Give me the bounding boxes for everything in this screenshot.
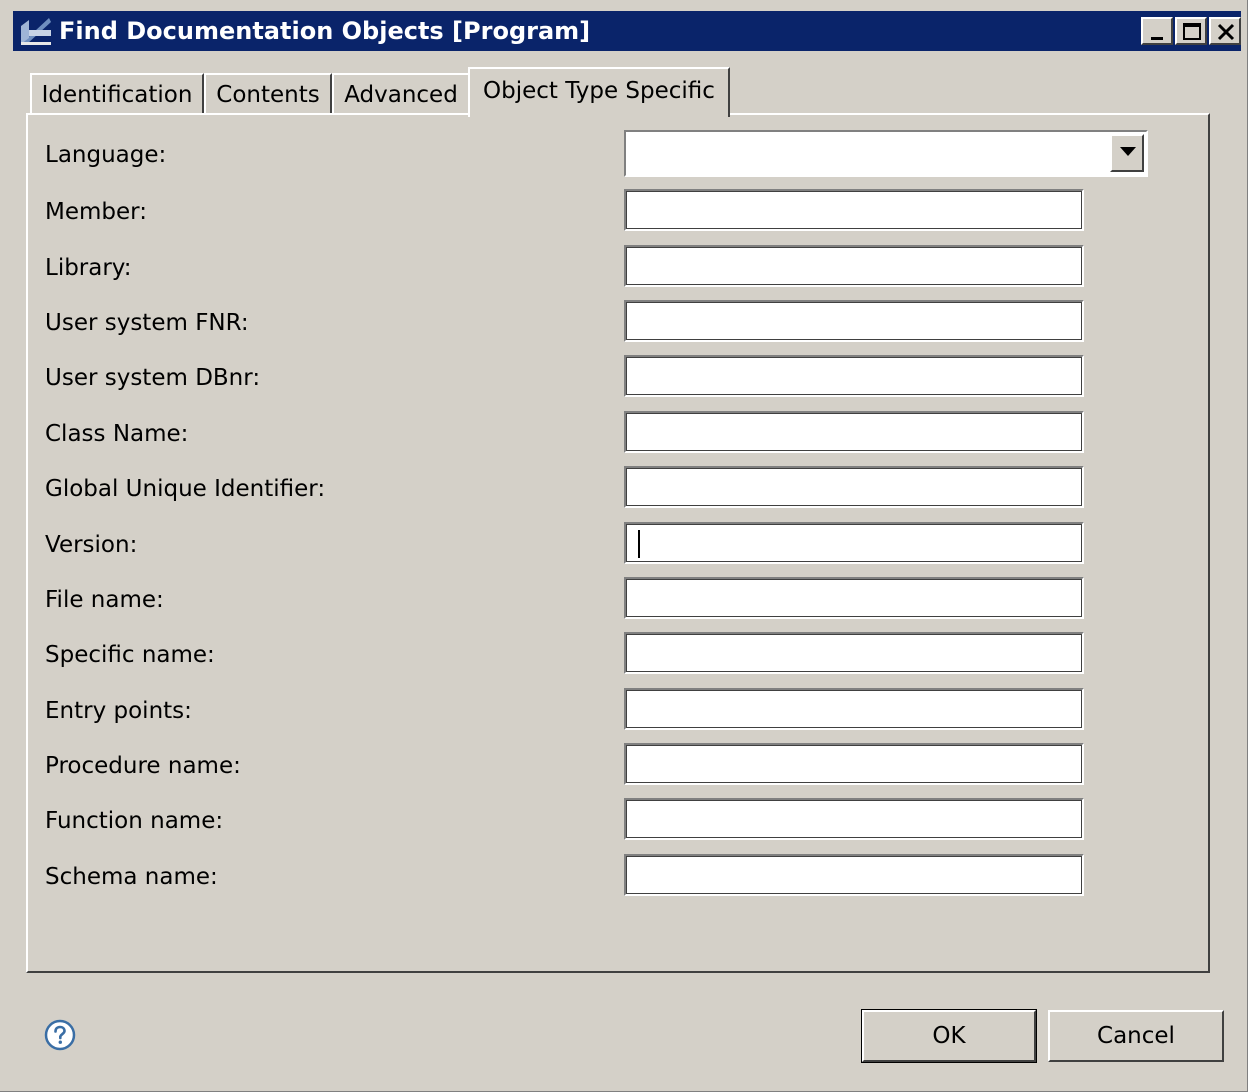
tab-object-type-specific[interactable]: Object Type Specific [468, 67, 730, 117]
minimize-button[interactable] [1141, 17, 1173, 45]
window-title: Find Documentation Objects [Program] [59, 17, 591, 45]
language-label: Language: [45, 142, 167, 168]
dropdown-button[interactable] [1110, 134, 1144, 172]
title-bar[interactable]: Find Documentation Objects [Program] [13, 11, 1241, 51]
maximize-button[interactable] [1175, 17, 1207, 45]
chevron-down-icon [1120, 147, 1136, 156]
user-system-dbnr-label: User system DBnr: [45, 365, 261, 391]
help-icon[interactable] [44, 1019, 76, 1051]
function-name-field[interactable] [624, 798, 1084, 840]
function-name-label: Function name: [45, 808, 224, 834]
tab-label: Identification [41, 82, 193, 108]
tab-label: Object Type Specific [483, 78, 715, 104]
close-button[interactable] [1209, 17, 1241, 45]
entry-points-label: Entry points: [45, 698, 192, 724]
user-system-fnr-label: User system FNR: [45, 310, 249, 336]
procedure-name-field[interactable] [624, 743, 1084, 785]
library-label: Library: [45, 255, 132, 281]
entry-points-field[interactable] [624, 688, 1084, 730]
guid-field[interactable] [624, 466, 1084, 508]
version-label: Version: [45, 532, 138, 558]
user-system-dbnr-field[interactable] [624, 355, 1084, 397]
schema-name-field[interactable] [624, 854, 1084, 896]
close-icon [1217, 23, 1235, 41]
file-name-field[interactable] [624, 577, 1084, 619]
text-cursor [638, 530, 640, 558]
class-name-label: Class Name: [45, 421, 189, 447]
user-system-fnr-field[interactable] [624, 300, 1084, 342]
language-select[interactable] [624, 130, 1148, 177]
tab-identification[interactable]: Identification [30, 73, 204, 115]
tab-advanced[interactable]: Advanced [332, 73, 470, 115]
schema-name-label: Schema name: [45, 864, 218, 890]
class-name-field[interactable] [624, 411, 1084, 453]
ok-button[interactable]: OK [861, 1009, 1037, 1063]
version-field[interactable] [624, 522, 1084, 564]
minimize-icon [1151, 37, 1163, 40]
procedure-name-label: Procedure name: [45, 753, 241, 779]
file-name-label: File name: [45, 587, 164, 613]
tab-contents[interactable]: Contents [204, 73, 332, 115]
tab-label: Advanced [344, 82, 458, 108]
member-label: Member: [45, 199, 147, 225]
cancel-button[interactable]: Cancel [1048, 1010, 1224, 1062]
specific-name-label: Specific name: [45, 642, 215, 668]
specific-name-field[interactable] [624, 632, 1084, 674]
wizard-icon [19, 16, 53, 46]
tab-label: Contents [216, 82, 320, 108]
dialog-window: Find Documentation Objects [Program] Ide… [0, 0, 1248, 1092]
guid-label: Global Unique Identifier: [45, 476, 326, 502]
maximize-icon [1183, 23, 1201, 40]
member-field[interactable] [624, 189, 1084, 231]
library-field[interactable] [624, 245, 1084, 287]
